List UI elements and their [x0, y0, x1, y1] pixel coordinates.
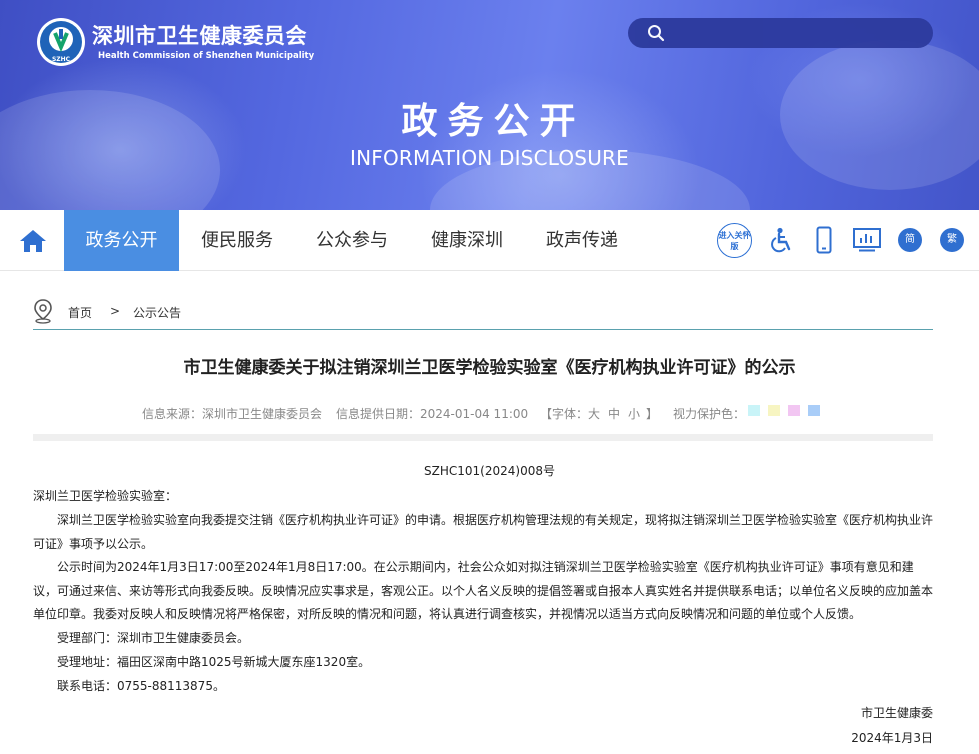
breadcrumb-current[interactable]: 公示公告 — [133, 304, 181, 321]
mobile-icon[interactable] — [816, 226, 832, 254]
font-large-button[interactable]: 大 — [588, 405, 600, 422]
font-medium-button[interactable]: 中 — [608, 405, 620, 422]
org-logo-icon[interactable]: SZHC — [36, 17, 86, 67]
banner-title: 政务公开 — [401, 101, 586, 142]
header-banner: SZHC 深圳市卫生健康委员会 Health Commission of She… — [0, 0, 979, 210]
contact-phone: 联系电话：0755-88113875。 — [57, 679, 225, 693]
nav-item-participation[interactable]: 公众参与 — [316, 210, 388, 271]
title-divider — [33, 434, 933, 441]
font-size-label: 【字体： — [540, 407, 589, 421]
eye-color-cyan[interactable] — [748, 405, 760, 416]
paragraph-publicity: 公示时间为2024年1月3日17:00至2024年1月8日17:00。在公示期间… — [33, 560, 934, 621]
signature-org: 市卫生健康委 — [860, 706, 933, 720]
info-date: 信息提供日期：2024-01-04 11:00 — [336, 407, 529, 421]
simplified-chinese-button[interactable]: 简 — [898, 228, 922, 252]
elderly-mode-button[interactable]: 进入关怀版 — [717, 223, 752, 258]
main-nav: 政务公开 便民服务 公众参与 健康深圳 政声传递 进入关怀版 简 繁 — [0, 210, 979, 271]
eye-color-pink[interactable] — [788, 405, 800, 416]
search-input[interactable] — [628, 18, 933, 48]
font-small-button[interactable]: 小 — [628, 405, 640, 422]
nav-item-voice[interactable]: 政声传递 — [546, 210, 618, 271]
nav-item-disclosure[interactable]: 政务公开 — [64, 210, 179, 271]
breadcrumb-separator: > — [110, 304, 121, 318]
location-pin-icon — [34, 299, 52, 324]
accepting-address: 受理地址：福田区深南中路1025号新城大厦东座1320室。 — [57, 655, 371, 669]
eye-color-blue[interactable] — [808, 405, 820, 416]
banner-subtitle: INFORMATION DISCLOSURE — [350, 146, 629, 170]
info-source: 信息来源：深圳市卫生健康委员会 — [142, 407, 323, 421]
org-name-cn[interactable]: 深圳市卫生健康委员会 — [92, 20, 307, 50]
elderly-mode-label: 进入关怀版 — [718, 231, 751, 251]
paragraph-application: 深圳兰卫医学检验实验室向我委提交注销《医疗机构执业许可证》的申请。根据医疗机构管… — [33, 513, 934, 551]
data-chart-icon[interactable] — [853, 228, 881, 252]
logo-text: SZHC — [52, 56, 71, 63]
search-icon[interactable] — [646, 23, 666, 43]
eye-color-yellow[interactable] — [768, 405, 780, 416]
breadcrumb-home[interactable]: 首页 — [68, 304, 92, 321]
traditional-chinese-button[interactable]: 繁 — [940, 228, 964, 252]
accessibility-icon[interactable] — [770, 227, 794, 253]
font-size-close: 】 — [646, 407, 659, 421]
org-name-en: Health Commission of Shenzhen Municipali… — [98, 51, 315, 61]
eye-protection-label: 视力保护色： — [673, 407, 746, 421]
signature-date: 2024年1月3日 — [851, 731, 933, 745]
home-icon[interactable] — [18, 228, 48, 254]
document-number: SZHC101(2024)008号 — [424, 464, 555, 478]
accepting-department: 受理部门：深圳市卫生健康委员会。 — [57, 631, 250, 645]
article-title: 市卫生健康委关于拟注销深圳兰卫医学检验实验室《医疗机构执业许可证》的公示 — [183, 358, 796, 378]
breadcrumb: 首页 > 公示公告 — [33, 296, 933, 330]
nav-item-services[interactable]: 便民服务 — [201, 210, 273, 271]
nav-item-healthy-shenzhen[interactable]: 健康深圳 — [431, 210, 503, 271]
salutation: 深圳兰卫医学检验实验室： — [33, 489, 178, 503]
